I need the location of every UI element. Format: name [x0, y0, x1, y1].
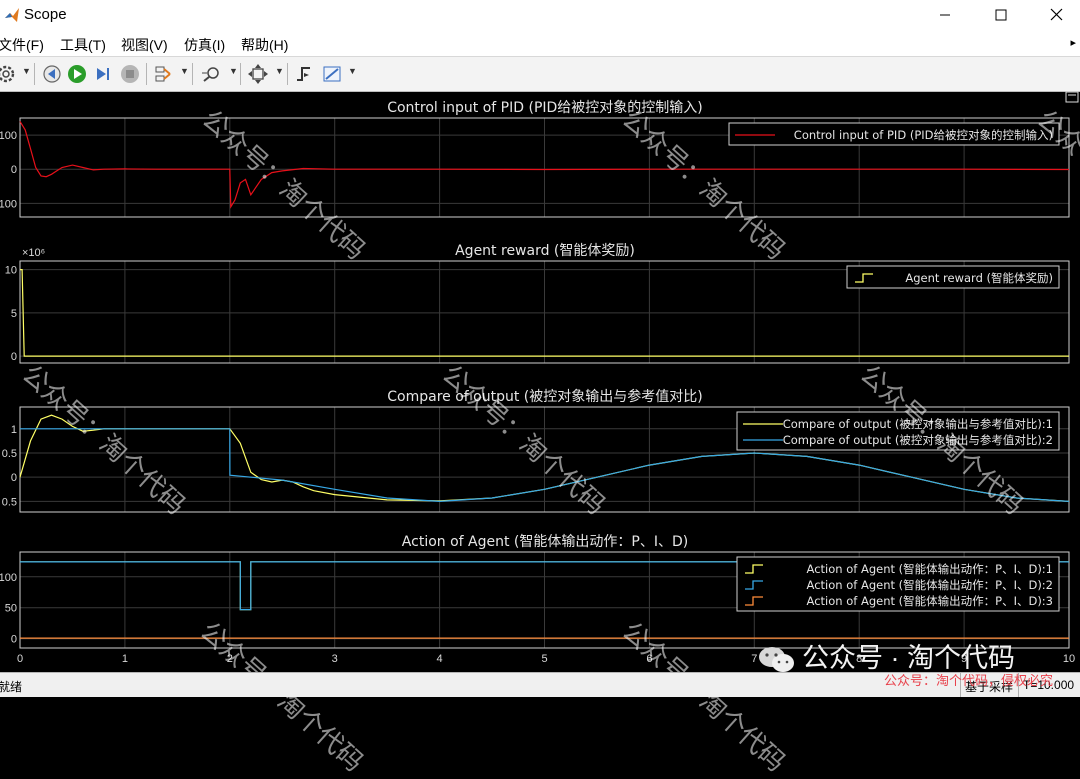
- y-tick-label: 100: [0, 572, 17, 584]
- wechat-icon: [759, 646, 794, 672]
- menu-simulation[interactable]: 仿真(I): [184, 35, 225, 55]
- triggers-icon[interactable]: [294, 64, 314, 84]
- y-tick-label: 0: [11, 472, 17, 484]
- maximize-icon[interactable]: [990, 4, 1012, 26]
- scope-plot-area[interactable]: Control input of PID (PID给被控对象的控制输入)1000…: [0, 90, 1080, 672]
- minimize-icon[interactable]: [934, 4, 956, 26]
- highlight-dropdown-icon[interactable]: ▼: [180, 66, 189, 76]
- window-title: Scope: [24, 6, 67, 23]
- step-back-icon[interactable]: [42, 64, 62, 84]
- autoscale-icon[interactable]: [248, 64, 268, 84]
- legend-label: Action of Agent (智能体输出动作：P、I、D):1: [807, 562, 1053, 576]
- matlab-logo-icon: [5, 8, 19, 22]
- stop-icon[interactable]: [120, 64, 140, 84]
- toolbar-separator: [192, 63, 193, 85]
- menu-bar: 文件(F) 工具(T) 视图(V) 仿真(I) 帮助(H) ▸: [0, 32, 1080, 56]
- y-tick-label: 10: [5, 265, 17, 277]
- chart-title: Agent reward (智能体奖励): [455, 242, 635, 259]
- y-tick-label: 0: [11, 164, 17, 176]
- x-tick-label: 0: [17, 653, 23, 665]
- y-tick-label: 0.5: [2, 448, 17, 460]
- menu-file[interactable]: 文件(F): [0, 35, 44, 55]
- x-tick-label: 1: [122, 653, 128, 665]
- close-icon[interactable]: [1046, 4, 1068, 26]
- autoscale-dropdown-icon[interactable]: ▼: [275, 66, 284, 76]
- legend-label: Action of Agent (智能体输出动作：P、I、D):3: [807, 594, 1053, 608]
- toolbar-separator: [34, 63, 35, 85]
- title-bar: Scope: [0, 0, 1080, 32]
- run-icon[interactable]: [67, 64, 87, 84]
- status-text: 就绪: [0, 680, 23, 694]
- y-tick-label: 0: [11, 351, 17, 363]
- chart-title: Action of Agent (智能体输出动作：P、I、D): [402, 534, 688, 550]
- wechat-badge-text: 公众号 · 淘个代码: [802, 643, 1015, 673]
- settings-icon[interactable]: [0, 64, 16, 84]
- menu-view[interactable]: 视图(V): [121, 35, 168, 55]
- chart-title: Compare of output (被控对象输出与参考值对比): [387, 388, 702, 405]
- x-tick-label: 4: [437, 653, 443, 665]
- toolbar-separator: [146, 63, 147, 85]
- legend-label: Control input of PID (PID给被控对象的控制输入): [794, 128, 1053, 142]
- toolbar-separator: [240, 63, 241, 85]
- x-tick-label: 10: [1063, 653, 1075, 665]
- undock-icon[interactable]: [1065, 91, 1079, 103]
- x-tick-label: 3: [332, 653, 338, 665]
- highlight-signal-icon[interactable]: [153, 64, 173, 84]
- y-tick-label: 100: [0, 198, 17, 210]
- y-tick-label: 0: [11, 634, 17, 646]
- measurements-dropdown-icon[interactable]: ▼: [348, 66, 357, 76]
- x-tick-label: 5: [541, 653, 547, 665]
- zoom-icon[interactable]: [201, 64, 221, 84]
- y-tick-label: 100: [0, 130, 17, 142]
- x-tick-label: 7: [751, 653, 757, 665]
- step-forward-icon[interactable]: [93, 64, 113, 84]
- y-tick-label: 1: [11, 424, 17, 436]
- y-tick-label: 0.5: [2, 496, 17, 508]
- y-exponent-label: ×10⁶: [22, 247, 45, 259]
- toolbar-separator: [287, 63, 288, 85]
- menu-tools[interactable]: 工具(T): [60, 35, 106, 55]
- menu-help[interactable]: 帮助(H): [241, 35, 288, 55]
- zoom-dropdown-icon[interactable]: ▼: [229, 66, 238, 76]
- red-watermark-text: 公众号：淘个代码，侵权必究: [884, 673, 1054, 688]
- legend-label: Action of Agent (智能体输出动作：P、I、D):2: [807, 578, 1053, 592]
- measurements-icon[interactable]: [322, 64, 342, 84]
- legend-label: Agent reward (智能体奖励): [905, 271, 1053, 285]
- y-tick-label: 50: [5, 603, 17, 615]
- settings-dropdown-icon[interactable]: ▼: [22, 66, 31, 76]
- toolbar: ▼ ▼ ▼ ▼ ▼: [0, 56, 1080, 92]
- y-tick-label: 5: [11, 308, 17, 320]
- chevron-right-icon[interactable]: ▸: [1070, 36, 1076, 49]
